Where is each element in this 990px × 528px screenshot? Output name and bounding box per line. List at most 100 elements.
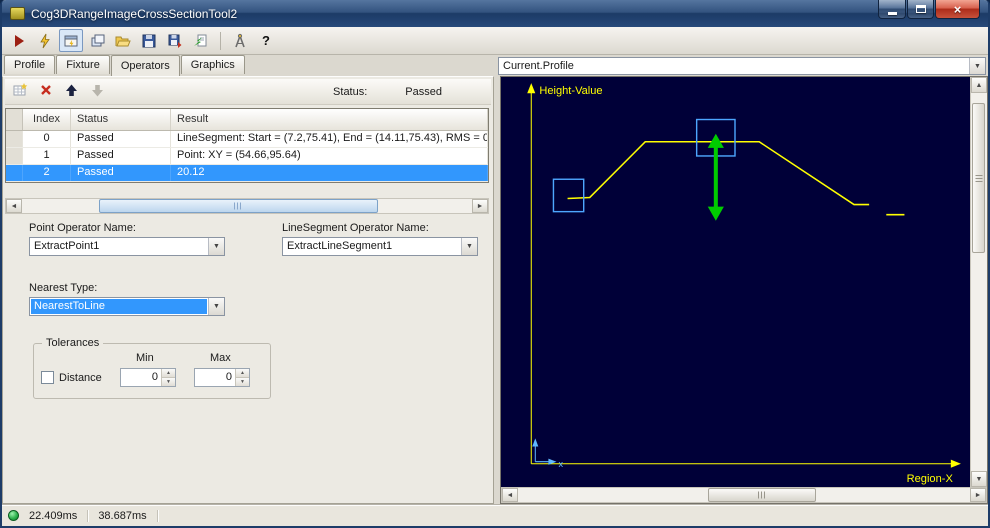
delete-operator-button[interactable] xyxy=(39,83,53,100)
spin-down-icon[interactable]: ▼ xyxy=(236,378,249,386)
cell-status: Passed xyxy=(71,131,171,147)
move-down-button[interactable] xyxy=(90,83,105,101)
spin-up-icon[interactable]: ▲ xyxy=(236,369,249,378)
linesegment-operator-value: ExtractLineSegment1 xyxy=(287,240,393,252)
scroll-right-icon[interactable]: ► xyxy=(472,199,488,213)
point-operator-value: ExtractPoint1 xyxy=(34,240,100,252)
spin-up-icon[interactable]: ▲ xyxy=(162,369,175,378)
row-gutter xyxy=(6,131,23,147)
x-axis-arrow-icon xyxy=(950,459,961,468)
operator-toolbar: Status: Passed xyxy=(5,79,491,105)
scroll-thumb[interactable] xyxy=(707,488,817,502)
drag-arrow-head-top[interactable] xyxy=(707,133,724,148)
max-spinner[interactable]: 0 ▲ ▼ xyxy=(194,368,250,387)
chevron-down-icon[interactable]: ▼ xyxy=(461,238,477,255)
table-row[interactable]: 2 Passed 20.12 xyxy=(6,165,488,182)
tab-profile[interactable]: Profile xyxy=(4,55,56,74)
import-icon xyxy=(194,34,207,46)
tab-operators[interactable]: Operators xyxy=(110,55,180,76)
run-button[interactable] xyxy=(7,29,31,52)
chevron-down-icon[interactable]: ▼ xyxy=(208,238,224,255)
linesegment-operator-combo[interactable]: ExtractLineSegment1 ▼ xyxy=(282,237,478,256)
profile-plot[interactable]: Height-Value Region-X x xyxy=(501,77,970,487)
minimize-button[interactable] xyxy=(878,0,906,19)
cell-index: 0 xyxy=(23,131,71,147)
save-file-button[interactable] xyxy=(137,29,161,52)
max-value: 0 xyxy=(225,371,232,383)
column-header-index[interactable]: Index xyxy=(23,109,71,130)
plot-vertical-scrollbar[interactable]: ▲ ▼ xyxy=(970,77,987,487)
scroll-left-icon[interactable]: ◄ xyxy=(502,488,518,502)
lightning-icon xyxy=(40,33,50,48)
drag-arrow-head-bottom[interactable] xyxy=(707,206,724,221)
tab-row: Profile Fixture Operators Graphics Current.… xyxy=(2,55,988,76)
chevron-down-icon[interactable]: ▼ xyxy=(208,298,224,315)
scroll-left-icon[interactable]: ◄ xyxy=(6,199,22,213)
run-time: 22.409ms xyxy=(27,509,89,522)
import-button[interactable] xyxy=(189,29,213,52)
add-operator-button[interactable] xyxy=(12,82,28,101)
cell-result: 20.12 xyxy=(171,165,488,181)
distance-label: Distance xyxy=(59,371,102,384)
plot-horizontal-scrollbar[interactable]: ◄ ► xyxy=(501,487,987,503)
operators-panel: Status: Passed Index Status Result 0 Passed… xyxy=(2,76,494,504)
close-button[interactable]: × xyxy=(935,0,980,19)
app-window: Cog3DRangeImageCrossSectionTool2 × ? Pro… xyxy=(0,0,990,528)
tab-strip: Profile Fixture Operators Graphics xyxy=(2,55,494,76)
table-row[interactable]: 1 Passed Point: XY = (54.66,95.64) xyxy=(6,148,488,165)
spin-down-icon[interactable]: ▼ xyxy=(162,378,175,386)
nearest-type-value: NearestToLine xyxy=(31,299,207,314)
nearest-type-label: Nearest Type: xyxy=(29,282,98,294)
operator-table: Index Status Result 0 Passed LineSegment: St… xyxy=(5,108,489,183)
compass-icon xyxy=(235,33,245,47)
nearest-type-combo[interactable]: NearestToLine ▼ xyxy=(29,297,225,316)
row-gutter xyxy=(6,148,23,164)
status-bar: 22.409ms 38.687ms xyxy=(2,504,988,526)
status-led-icon xyxy=(8,510,19,521)
scroll-track[interactable] xyxy=(22,199,472,213)
scroll-track[interactable] xyxy=(518,488,970,502)
chevron-down-icon[interactable]: ▼ xyxy=(969,58,985,74)
column-header-status[interactable]: Status xyxy=(71,109,171,130)
help-button[interactable]: ? xyxy=(254,29,278,52)
move-up-button[interactable] xyxy=(64,83,79,101)
save-results-button[interactable] xyxy=(163,29,187,52)
delete-x-icon xyxy=(41,85,51,95)
save-arrow-icon xyxy=(168,34,182,48)
origin-label: x xyxy=(558,459,563,469)
tab-fixture[interactable]: Fixture xyxy=(56,55,110,74)
max-label: Max xyxy=(210,352,231,364)
operator-table-body: 0 Passed LineSegment: Start = (7.2,75.41),… xyxy=(6,131,488,182)
scroll-up-icon[interactable]: ▲ xyxy=(971,77,987,93)
tolerances-title: Tolerances xyxy=(42,337,104,349)
cell-status: Passed xyxy=(71,165,171,181)
scroll-thumb[interactable] xyxy=(972,103,985,253)
profile-display[interactable]: Height-Value Region-X x xyxy=(501,77,970,487)
scroll-thumb[interactable] xyxy=(98,199,378,213)
point-operator-combo[interactable]: ExtractPoint1 ▼ xyxy=(29,237,225,256)
y-axis-arrow-icon xyxy=(527,83,536,94)
windows-button[interactable] xyxy=(85,29,109,52)
table-horizontal-scrollbar[interactable]: ◄ ► xyxy=(5,198,489,214)
open-folder-icon xyxy=(115,36,131,46)
table-row[interactable]: 0 Passed LineSegment: Start = (7.2,75.41),… xyxy=(6,131,488,148)
point-operator-label: Point Operator Name: xyxy=(29,222,136,234)
tab-graphics[interactable]: Graphics xyxy=(180,55,245,74)
cell-status: Passed xyxy=(71,148,171,164)
distance-checkbox[interactable] xyxy=(41,371,54,384)
min-spinner[interactable]: 0 ▲ ▼ xyxy=(120,368,176,387)
scroll-track[interactable] xyxy=(971,93,987,471)
tool-window-icon xyxy=(64,35,78,47)
tool-editor-toggle-button[interactable] xyxy=(59,29,83,52)
run-live-button[interactable] xyxy=(33,29,57,52)
maximize-button[interactable] xyxy=(907,0,934,19)
column-header-result[interactable]: Result xyxy=(171,109,488,130)
cell-result: Point: XY = (54.66,95.64) xyxy=(171,148,488,164)
measure-button[interactable] xyxy=(228,29,252,52)
arrow-down-icon xyxy=(92,84,103,96)
scroll-down-icon[interactable]: ▼ xyxy=(971,471,987,487)
profile-selector-combo[interactable]: Current.Profile ▼ xyxy=(498,57,986,75)
open-file-button[interactable] xyxy=(111,29,135,52)
selection-marker-0[interactable] xyxy=(552,178,585,213)
scroll-right-icon[interactable]: ► xyxy=(970,488,986,502)
